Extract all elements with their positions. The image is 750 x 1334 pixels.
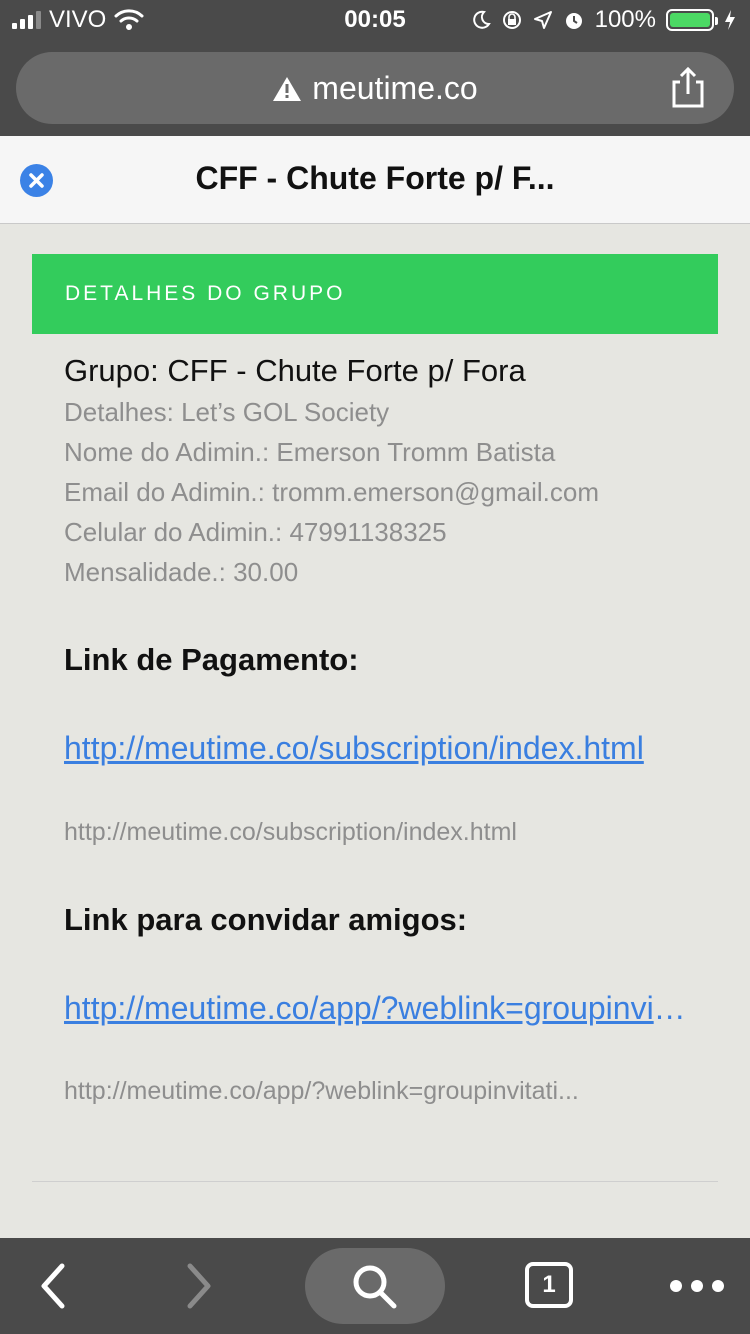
status-right: 100% xyxy=(471,6,736,34)
admin-email: Email do Adimin.: tromm.emerson@gmail.co… xyxy=(64,477,599,507)
more-icon[interactable] xyxy=(668,1276,726,1296)
battery-icon xyxy=(666,9,718,31)
group-name: Grupo: CFF - Chute Forte p/ Fora xyxy=(64,353,526,388)
back-icon[interactable] xyxy=(36,1262,70,1310)
invite-link[interactable]: http://meutime.co/app/?weblink=groupinvi… xyxy=(64,990,686,1027)
search-button[interactable] xyxy=(305,1248,445,1324)
invite-heading: Link para convidar amigos: xyxy=(64,902,468,937)
payment-link[interactable]: http://meutime.co/subscription/index.htm… xyxy=(64,730,686,767)
charging-icon xyxy=(725,10,735,30)
section-header: DETALHES DO GRUPO xyxy=(32,254,718,334)
address-text[interactable]: meutime.co xyxy=(16,70,734,107)
status-bar: VIVO 00:05 100% xyxy=(0,0,750,40)
battery-percent: 100% xyxy=(594,6,656,33)
location-icon xyxy=(533,11,552,29)
url-domain: meutime.co xyxy=(312,70,478,106)
payment-link-text: http://meutime.co/subscription/index.htm… xyxy=(64,818,517,846)
tab-count: 1 xyxy=(542,1271,556,1298)
monthly-fee: Mensalidade.: 30.00 xyxy=(64,557,299,587)
group-description: Detalhes: Let’s GOL Society xyxy=(64,397,390,427)
browser-toolbar: 1 xyxy=(0,1238,750,1334)
forward-icon[interactable] xyxy=(182,1262,216,1310)
rotation-lock-icon xyxy=(502,11,521,29)
divider xyxy=(32,1181,718,1182)
tabs-button[interactable]: 1 xyxy=(525,1262,573,1308)
warning-icon xyxy=(273,77,302,101)
browser-url-area: meutime.co xyxy=(0,40,750,136)
invite-link-text: http://meutime.co/app/?weblink=groupinvi… xyxy=(64,1077,579,1105)
modal-title: CFF - Chute Forte p/ F... xyxy=(195,160,555,196)
modal-header: CFF - Chute Forte p/ F... xyxy=(0,136,750,224)
admin-phone: Celular do Adimin.: 47991138325 xyxy=(64,517,447,547)
alarm-icon xyxy=(565,13,582,29)
address-bar[interactable]: meutime.co xyxy=(16,52,734,124)
payment-heading: Link de Pagamento: xyxy=(64,642,359,677)
group-details: Grupo: CFF - Chute Forte p/ Fora Detalhe… xyxy=(64,350,704,592)
admin-name: Nome do Adimin.: Emerson Tromm Batista xyxy=(64,437,556,467)
moon-icon xyxy=(472,10,491,29)
share-icon[interactable] xyxy=(668,66,708,110)
search-icon xyxy=(353,1265,397,1309)
